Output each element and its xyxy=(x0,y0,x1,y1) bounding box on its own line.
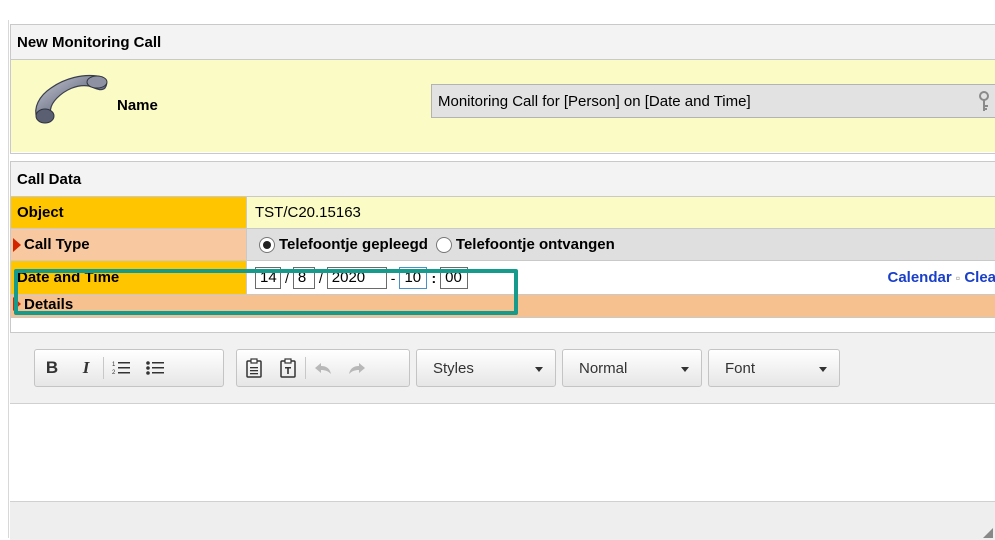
key-icon[interactable] xyxy=(976,91,992,113)
radio-telefoontje-gepleegd[interactable]: Telefoontje gepleegd xyxy=(259,236,428,253)
call-data-header: Call Data xyxy=(11,162,995,197)
numbered-list-icon: 12 xyxy=(112,360,130,376)
telephone-icon xyxy=(31,68,111,126)
styles-dropdown[interactable]: Styles xyxy=(416,349,556,387)
call-type-label: Call Type xyxy=(24,236,90,253)
resize-handle-icon[interactable] xyxy=(983,528,993,538)
rich-text-editor[interactable]: B I 12 Styles xyxy=(10,332,995,539)
numbered-list-button[interactable]: 12 xyxy=(104,353,138,383)
bold-button[interactable]: B xyxy=(35,353,69,383)
styles-dropdown-label: Styles xyxy=(433,360,474,377)
object-row: Object TST/C20.15163 xyxy=(11,197,995,229)
font-dropdown-label: Font xyxy=(725,360,755,377)
name-value: Monitoring Call for [Person] on [Date an… xyxy=(438,93,751,110)
radio-selected-icon[interactable] xyxy=(259,237,275,253)
link-separator: ▫ xyxy=(956,271,960,285)
call-type-options: Telefoontje gepleegd Telefoontje ontvang… xyxy=(247,229,995,260)
clipboard-button-group xyxy=(236,349,410,387)
italic-button[interactable]: I xyxy=(69,353,103,383)
paste-icon xyxy=(246,358,262,378)
object-label: Object xyxy=(11,197,247,228)
new-monitoring-call-section: New Monitoring Call Name Monitoring Call… xyxy=(10,24,995,154)
editor-toolbar: B I 12 Styles xyxy=(10,333,995,404)
chevron-down-icon xyxy=(681,367,689,372)
format-button-group: B I 12 xyxy=(34,349,224,387)
redo-icon xyxy=(348,361,366,375)
date-time-highlight xyxy=(14,269,518,315)
required-marker-icon xyxy=(13,238,21,252)
editor-content-area[interactable] xyxy=(10,404,995,501)
redo-button[interactable] xyxy=(340,353,374,383)
object-value: TST/C20.15163 xyxy=(247,197,995,228)
radio-unselected-icon[interactable] xyxy=(436,237,452,253)
paste-text-icon xyxy=(280,358,296,378)
format-dropdown[interactable]: Normal xyxy=(562,349,702,387)
bulleted-list-icon xyxy=(146,360,164,376)
editor-footer xyxy=(10,501,995,540)
calendar-links: Calendar ▫ Clea xyxy=(888,269,995,286)
call-data-title: Call Data xyxy=(11,171,81,188)
paste-button[interactable] xyxy=(237,353,271,383)
name-field[interactable]: Monitoring Call for [Person] on [Date an… xyxy=(431,84,995,118)
section-title: New Monitoring Call xyxy=(11,25,995,60)
bulleted-list-button[interactable] xyxy=(138,353,172,383)
chevron-down-icon xyxy=(535,367,543,372)
format-dropdown-label: Normal xyxy=(579,360,627,377)
radio-label-ontvangen: Telefoontje ontvangen xyxy=(456,236,615,253)
svg-text:1: 1 xyxy=(112,362,116,368)
radio-telefoontje-ontvangen[interactable]: Telefoontje ontvangen xyxy=(436,236,615,253)
font-dropdown[interactable]: Font xyxy=(708,349,840,387)
undo-icon xyxy=(314,361,332,375)
paste-text-button[interactable] xyxy=(271,353,305,383)
call-type-row: Call Type Telefoontje gepleegd Telefoont… xyxy=(11,229,995,261)
call-type-label-cell: Call Type xyxy=(11,229,247,260)
radio-label-gepleegd: Telefoontje gepleegd xyxy=(279,236,428,253)
name-row: Name Monitoring Call for [Person] on [Da… xyxy=(11,60,995,152)
name-label: Name xyxy=(117,97,158,114)
calendar-link[interactable]: Calendar xyxy=(888,269,952,286)
undo-button[interactable] xyxy=(306,353,340,383)
svg-text:2: 2 xyxy=(112,370,116,376)
clear-link[interactable]: Clea xyxy=(964,269,995,286)
chevron-down-icon xyxy=(819,367,827,372)
